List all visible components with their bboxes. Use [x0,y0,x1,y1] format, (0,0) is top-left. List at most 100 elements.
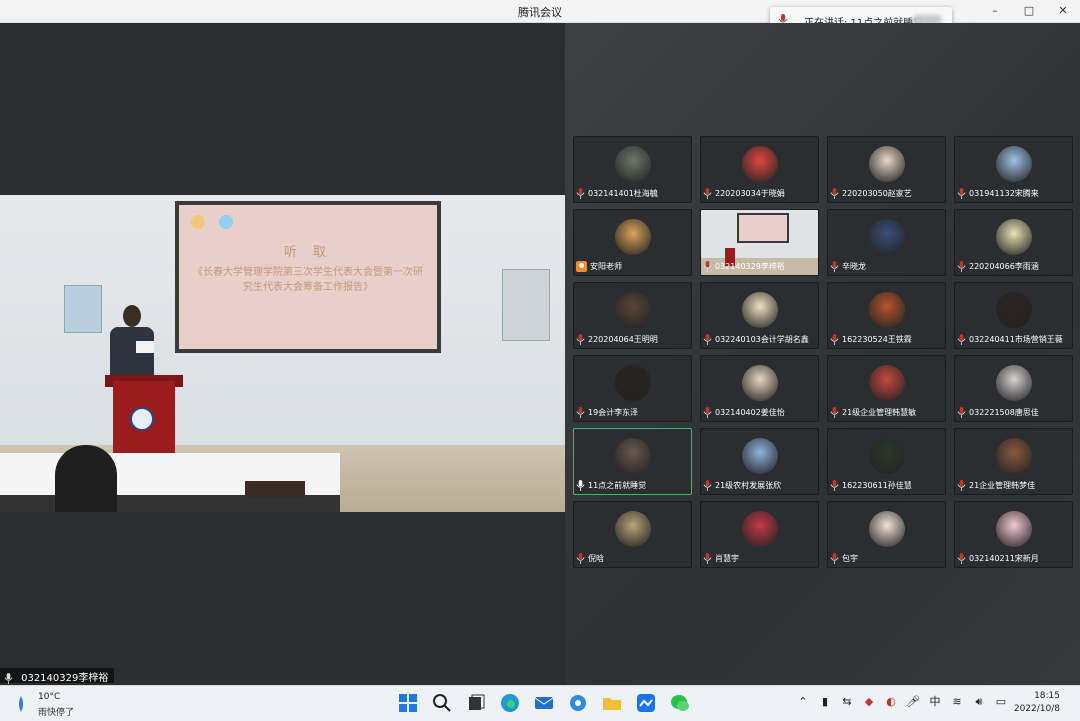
participant-tile[interactable]: 倪晗 [573,501,692,568]
tray-app-icon[interactable]: ◐ [884,695,898,709]
wifi-icon[interactable]: ≋ [950,695,964,709]
microphone-icon [576,188,585,199]
participant-name: 220203034于晓娟 [715,189,785,198]
avatar [615,438,651,474]
microphone-tray-icon[interactable]: 🎤︎ [906,695,920,709]
tray-app-icon[interactable]: ▮ [818,695,832,709]
participant-label: 21企业管理韩梦佳 [957,479,1035,492]
participant-tile[interactable]: 031941132宋腾来 [954,136,1073,203]
microphone-icon [957,261,966,272]
participant-tile[interactable]: 220203050赵家艺 [827,136,946,203]
microphone-icon [957,407,966,418]
participant-name: 21级企业管理韩慧敏 [842,408,917,417]
weather-temperature: 10°C [38,692,61,702]
microphone-icon [703,407,712,418]
weather-description: 雨快停了 [38,708,75,718]
participant-name: 031941132宋腾来 [969,189,1039,198]
participant-label: 倪晗 [576,552,604,565]
wall-poster [502,269,550,341]
chevron-up-icon[interactable]: ⌃ [796,695,810,709]
microphone-icon [576,334,585,345]
participant-tile[interactable]: 162230524王铁霖 [827,282,946,349]
participant-name: 21级农村发展张欣 [715,481,782,490]
participant-name: 220204064王明明 [588,335,658,344]
participant-tile[interactable]: 162230611孙佳慧 [827,428,946,495]
participant-label: 220203034于晓娟 [703,187,785,200]
battery-icon[interactable]: ▭ [994,695,1008,709]
participant-tile[interactable]: 21级企业管理韩慧敏 [827,355,946,422]
tencent-meeting-icon[interactable] [634,691,658,715]
microphone-icon [957,553,966,564]
participant-tile[interactable]: 220204066李雨涵 [954,209,1073,276]
main-stage[interactable]: 听 取 《长春大学管理学院第三次学生代表大会暨第一次研究生代表大会筹备工作报告》… [0,23,565,685]
participant-tile[interactable]: 220204064王明明 [573,282,692,349]
participant-label: 21级企业管理韩慧敏 [830,406,916,419]
participant-name: 032240103会计学胡名鑫 [715,335,809,344]
participant-label: 11点之前就睡觉 [576,479,646,492]
avatar [742,438,778,474]
participant-label: 162230524王铁霖 [830,333,912,346]
participant-tile[interactable]: 辛晓龙 [827,209,946,276]
mail-icon[interactable] [532,691,556,715]
weather-rain-icon [19,696,23,712]
participant-tile[interactable]: 032240411市场营销王薇 [954,282,1073,349]
participant-label: 辛晓龙 [830,260,866,273]
participant-tile[interactable]: 032221508唐思佳 [954,355,1073,422]
avatar [615,292,651,328]
participant-name: 21企业管理韩梦佳 [969,481,1036,490]
wechat-icon[interactable] [668,691,692,715]
participant-tile[interactable]: 032140211宋新月 [954,501,1073,568]
participant-label: 032221508唐思佳 [957,406,1039,419]
close-button[interactable]: ✕ [1046,0,1080,22]
microphone-icon [4,673,13,684]
windows-start-icon[interactable] [396,691,420,715]
avatar [869,219,905,255]
participant-tile[interactable]: 包宇 [827,501,946,568]
participant-tile[interactable]: 220203034于晓娟 [700,136,819,203]
participant-tile[interactable]: 032140329李梓裕 [700,209,819,276]
clock[interactable]: 18:15 2022/10/8 [1014,690,1060,716]
microphone-icon [703,553,712,564]
system-tray: ⌃ ▮ ⇆ ◆ ◐ 🎤︎ 中 ≋ 🔊︎ ▭ [796,695,1008,709]
participant-tile[interactable]: 肖慧宇 [700,501,819,568]
participant-tile[interactable]: 032141401杜海毓 [573,136,692,203]
avatar [742,511,778,547]
input-method-indicator[interactable]: 中 [928,695,942,709]
participant-label: 肖慧宇 [703,552,739,565]
participant-name: 032141401杜海毓 [588,189,658,198]
participant-tile[interactable]: 21企业管理韩梦佳 [954,428,1073,495]
file-explorer-icon[interactable] [600,691,624,715]
task-view-icon[interactable] [464,691,488,715]
avatar [869,365,905,401]
microphone-icon [957,334,966,345]
search-icon[interactable] [430,691,454,715]
participant-name: 032240411市场营销王薇 [969,335,1063,344]
participant-tile[interactable]: 11点之前就睡觉 [573,428,692,495]
participant-name: 肖慧宇 [715,554,739,563]
edge-browser-icon[interactable] [498,691,522,715]
avatar [615,146,651,182]
viewer-head [55,445,117,512]
participant-label: 220203050赵家艺 [830,187,912,200]
participant-gallery: 032141401杜海毓 220203034于晓娟 220203050赵家艺 0319… [565,23,1080,685]
avatar [996,511,1032,547]
avatar [996,292,1032,328]
maximize-button[interactable]: □ [1012,0,1046,22]
participant-tile[interactable]: 032240103会计学胡名鑫 [700,282,819,349]
minimize-button[interactable]: – [978,0,1012,22]
main-video[interactable]: 听 取 《长春大学管理学院第三次学生代表大会暨第一次研究生代表大会筹备工作报告》 [0,195,565,512]
security-icon[interactable]: ◆ [862,695,876,709]
avatar [996,438,1032,474]
settings-app-icon[interactable] [566,691,590,715]
volume-icon[interactable]: 🔊︎ [972,695,986,709]
tray-app-icon[interactable]: ⇆ [840,695,854,709]
participant-tile[interactable]: 21级农村发展张欣 [700,428,819,495]
participant-label: 220204066李雨涵 [957,260,1039,273]
participant-tile[interactable]: 032140402姜佳怡 [700,355,819,422]
microphone-icon [703,334,712,345]
participant-name: 162230524王铁霖 [842,335,912,344]
avatar [742,365,778,401]
school-logo [219,215,233,229]
participant-tile[interactable]: 安阳老师 [573,209,692,276]
participant-tile[interactable]: 19会计李东泽 [573,355,692,422]
